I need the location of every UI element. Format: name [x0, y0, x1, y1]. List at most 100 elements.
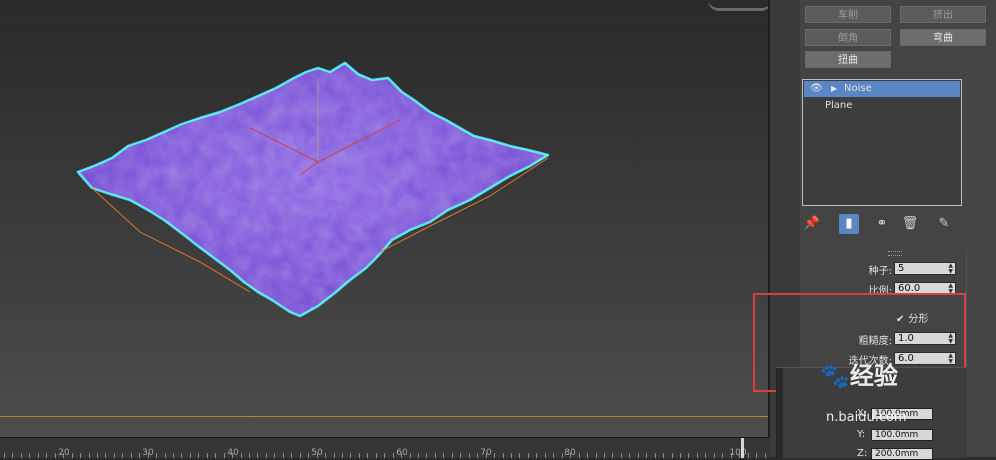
stack-item-label: Plane	[825, 100, 853, 111]
timeline-tick	[384, 453, 385, 458]
timeline-tick	[207, 453, 208, 458]
timeline-tick	[334, 453, 335, 458]
chamfer-button[interactable]: 倒角	[805, 29, 891, 46]
timeline-tick	[105, 453, 106, 458]
timeline-tick	[629, 453, 630, 458]
timeline-tick	[714, 453, 715, 458]
timeline-tick	[697, 453, 698, 458]
timeline-tick	[300, 453, 301, 458]
timeline-tick	[241, 453, 242, 458]
timeline-tick	[291, 453, 292, 458]
timeline-tick	[688, 453, 689, 458]
time-slider-end-marker[interactable]	[741, 438, 744, 458]
pin-icon[interactable]: 📌	[802, 214, 822, 234]
timeline-tick	[672, 453, 673, 458]
noise-plane-mesh[interactable]	[0, 0, 770, 437]
rollout-drag-handle[interactable]	[888, 251, 902, 256]
stack-toolbar: 📌 ▮ ⚭ 🗑 ✎	[802, 214, 962, 236]
timeline-tick	[131, 453, 132, 458]
timeline-tick	[680, 453, 681, 458]
timeline-tick	[89, 453, 90, 458]
stack-item-plane[interactable]: Plane	[804, 98, 960, 114]
timeline-tick	[181, 453, 182, 458]
timeline-tick	[765, 453, 766, 458]
strength-y-spinner[interactable]: 100.0mm	[871, 429, 933, 441]
timeline-tick	[80, 453, 81, 458]
timeline-tick	[55, 453, 56, 458]
timeline-tick	[46, 453, 47, 458]
timeline-tick	[587, 453, 588, 458]
timeline-tick	[705, 453, 706, 458]
timeline-tick	[410, 453, 411, 458]
make-unique-icon[interactable]: ⚭	[872, 214, 892, 234]
timeline-tick	[756, 453, 757, 458]
watermark-url: n.baidu.com	[826, 410, 907, 425]
perspective-viewport[interactable]	[0, 0, 770, 437]
timeline-tick	[325, 453, 326, 458]
timeline-tick	[545, 453, 546, 458]
rollout-edge	[777, 368, 783, 458]
timeline-tick	[190, 453, 191, 458]
timeline-tick	[604, 453, 605, 458]
timeline-tick	[469, 453, 470, 458]
stack-item-label: Noise	[844, 83, 872, 94]
modifier-stack: 👁 ▶ Noise Plane	[802, 79, 962, 206]
timeline-tick	[596, 453, 597, 458]
strength-y-label: Y:	[857, 429, 866, 440]
timeline-tick	[477, 453, 478, 458]
timeline-tick	[249, 453, 250, 458]
timeline-tick	[562, 453, 563, 458]
timeline-tick	[612, 453, 613, 458]
time-slider-track[interactable]: 20 30 40 50 60 70 80 100	[0, 437, 770, 458]
timeline-tick	[443, 453, 444, 458]
mesh-noise-texture	[78, 63, 548, 316]
timeline-tick	[460, 453, 461, 458]
timeline-tick	[72, 453, 73, 458]
eye-icon[interactable]: 👁	[810, 81, 823, 97]
twist-button[interactable]: 扭曲	[805, 51, 891, 68]
seed-spinner[interactable]: 5 ▲ ▼	[894, 262, 956, 275]
timeline-tick	[173, 453, 174, 458]
timeline-tick	[418, 453, 419, 458]
timeline-tick	[367, 453, 368, 458]
timeline-tick	[274, 453, 275, 458]
timeline-tick	[426, 453, 427, 458]
timeline-tick	[257, 453, 258, 458]
timeline-tick	[38, 453, 39, 458]
timeline-tick	[376, 453, 377, 458]
bend-button[interactable]: 弯曲	[900, 29, 986, 46]
timeline-tick	[139, 453, 140, 458]
timeline-tick	[452, 453, 453, 458]
timeline-tick	[638, 453, 639, 458]
timeline-tick	[342, 453, 343, 458]
expand-triangle-icon[interactable]: ▶	[831, 81, 837, 97]
timeline-tick	[579, 453, 580, 458]
timeline-tick	[12, 453, 13, 458]
timeline-tick	[528, 453, 529, 458]
timeline-tick	[494, 453, 495, 458]
viewport-border	[0, 416, 770, 417]
lathe-button[interactable]: 车削	[805, 6, 891, 23]
configure-icon[interactable]: ✎	[934, 214, 954, 234]
strength-z-label: Z:	[857, 448, 868, 459]
seed-value: 5	[898, 263, 905, 274]
timeline-tick	[266, 453, 267, 458]
paw-logo-icon: 🐾	[820, 362, 850, 390]
extrude-button[interactable]: 挤出	[900, 6, 986, 23]
timeline-tick	[435, 453, 436, 458]
show-end-result-icon[interactable]: ▮	[839, 214, 859, 234]
timeline-tick	[350, 453, 351, 458]
strength-z-spinner[interactable]: 200.0mm	[871, 448, 933, 460]
watermark-brand: 经验	[849, 362, 898, 390]
timeline-tick	[663, 453, 664, 458]
timeline-tick	[511, 453, 512, 458]
spinner-arrows-icon[interactable]: ▲ ▼	[948, 263, 953, 275]
timeline-tick	[519, 453, 520, 458]
timeline-tick	[224, 453, 225, 458]
timeline-tick	[114, 453, 115, 458]
remove-modifier-icon[interactable]: 🗑	[900, 214, 920, 234]
timeline-tick	[21, 453, 22, 458]
timeline-tick	[536, 453, 537, 458]
stack-item-noise[interactable]: 👁 ▶ Noise	[804, 81, 960, 97]
timeline-tick	[553, 453, 554, 458]
